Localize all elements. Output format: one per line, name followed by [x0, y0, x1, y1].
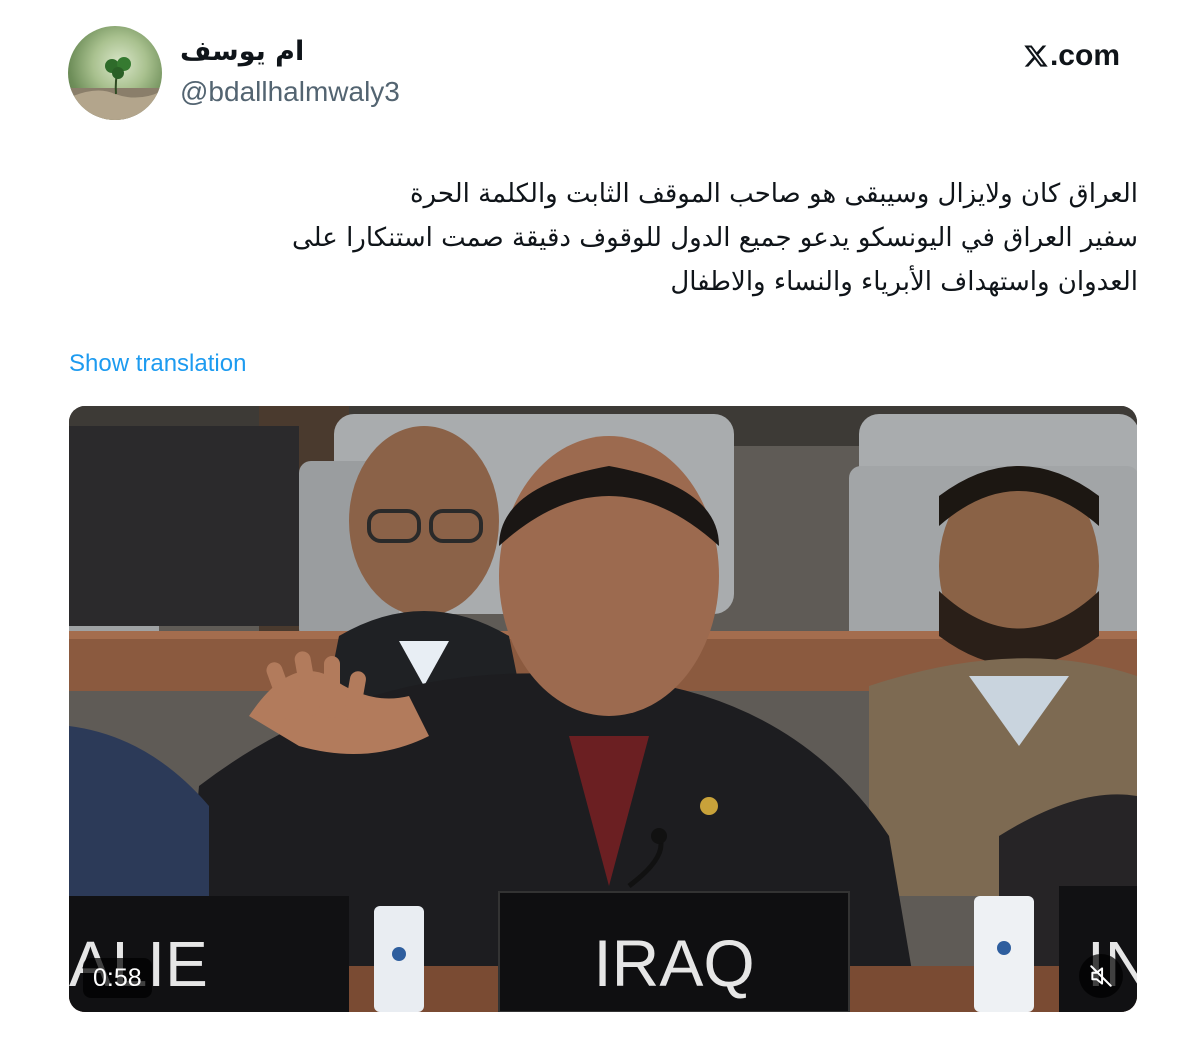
x-logo-icon: [1024, 45, 1048, 67]
brand-logo: .com: [1023, 36, 1120, 76]
author-avatar[interactable]: [68, 26, 162, 120]
nameplate-iraq: IRAQ: [593, 926, 754, 1000]
clover-leaf-avatar: [68, 57, 162, 120]
video-duration: 0:58: [83, 958, 152, 998]
video-frame: ALIE IRAQ IN: [69, 406, 1137, 1012]
show-translation-link[interactable]: Show translation: [69, 350, 246, 378]
tweet-line: العراق كان ولايزال وسيبقى هو صاحب الموقف…: [409, 179, 1138, 209]
author-handle[interactable]: @bdallhalmwaly3: [180, 76, 400, 108]
tweet-text: العراق كان ولايزال وسيبقى هو صاحب الموقف…: [90, 172, 1138, 304]
tweet-line: سفير العراق في اليونسكو يدعو جميع الدول …: [292, 223, 1138, 253]
video-player[interactable]: ALIE IRAQ IN 0:58: [69, 406, 1137, 1012]
author-display-name[interactable]: ام يوسف: [180, 36, 304, 67]
mute-button[interactable]: [1079, 954, 1123, 998]
speaker-muted-icon: [1090, 965, 1112, 987]
tweet-line: العدوان واستهداف الأبرياء والنساء والاطف…: [670, 267, 1138, 297]
brand-text: .com: [1049, 39, 1120, 72]
